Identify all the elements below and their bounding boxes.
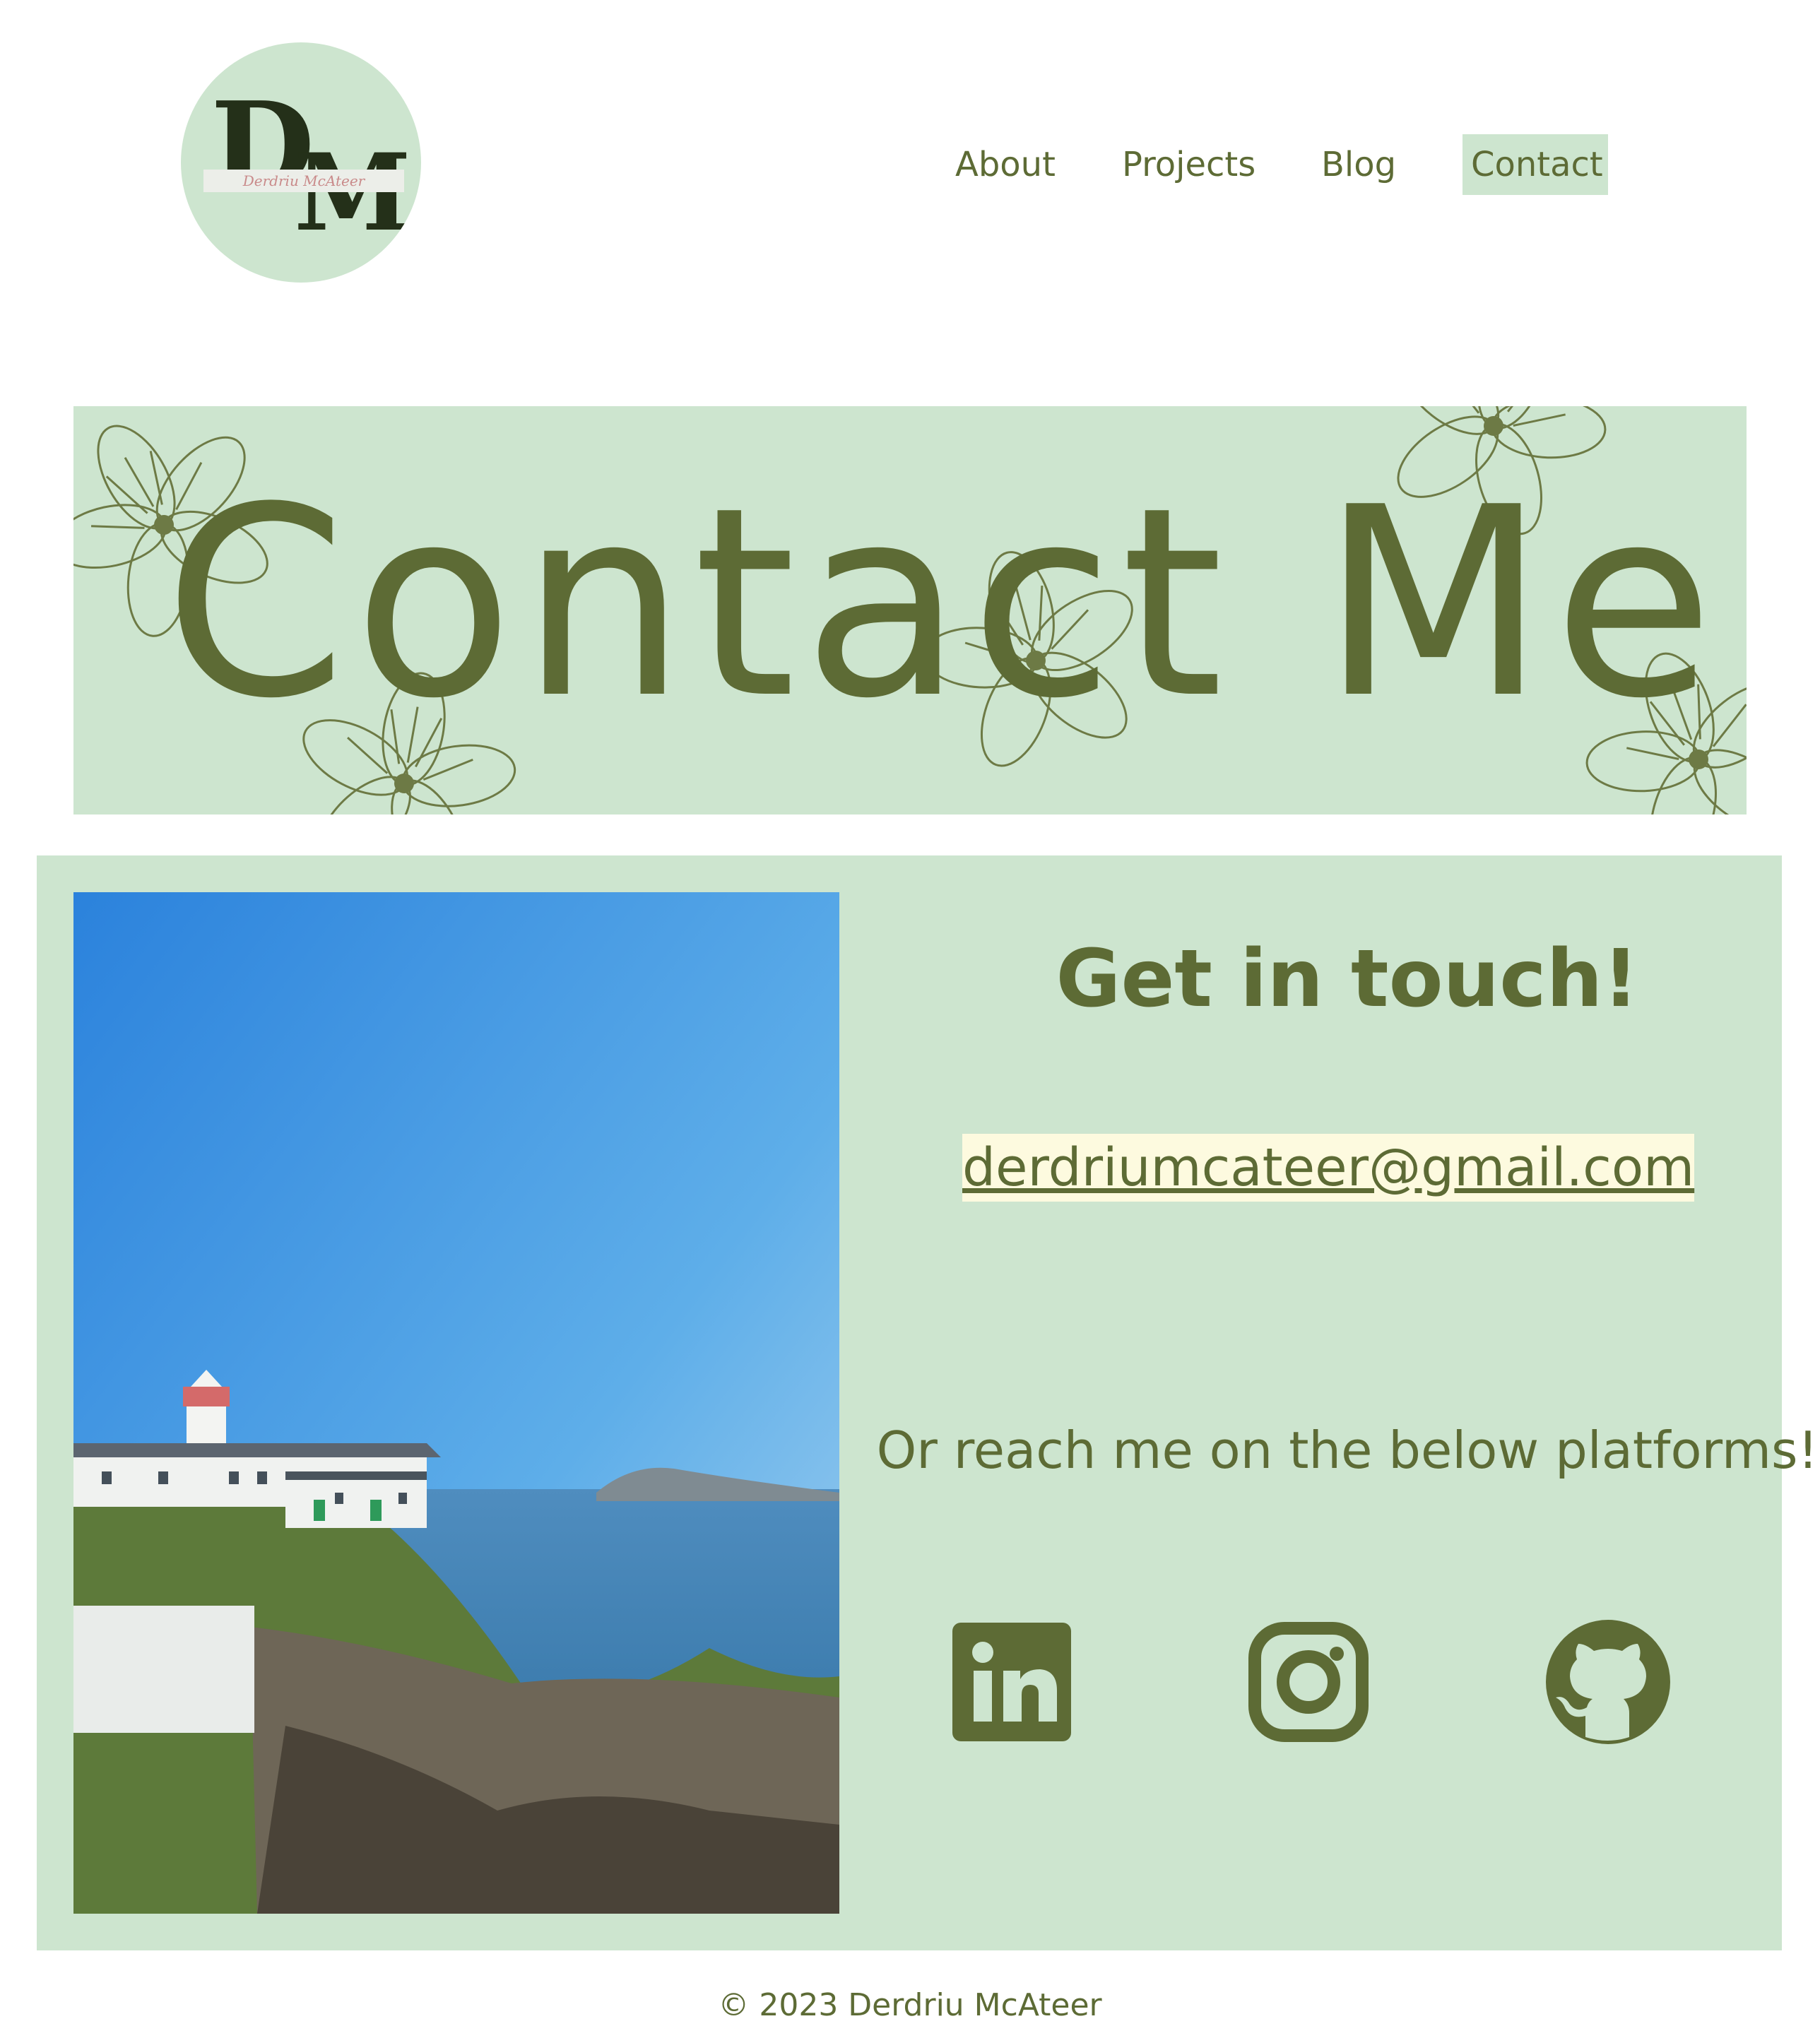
linkedin-link[interactable] <box>947 1617 1077 1747</box>
contact-banner: Contact Me <box>73 406 1747 814</box>
banner-title: Contact Me <box>163 452 1721 756</box>
github-icon <box>1546 1620 1670 1744</box>
instagram-link[interactable] <box>1243 1617 1373 1747</box>
nav-contact[interactable]: Contact <box>1462 134 1608 195</box>
instagram-icon <box>1248 1622 1369 1742</box>
platforms-text: Or reach me on the below platforms! <box>876 1421 1819 1480</box>
footer-copyright: © 2023 Derdriu McAteer <box>718 1987 1102 2023</box>
nav-projects[interactable]: Projects <box>1122 134 1255 195</box>
contact-panel: Get in touch! derdriumcateer@gmail.com O… <box>37 855 1818 1950</box>
get-in-touch-heading: Get in touch! <box>1056 933 1639 1026</box>
linkedin-icon <box>952 1623 1071 1741</box>
main-nav: About Projects Blog Contact <box>0 134 1820 198</box>
email-link[interactable]: derdriumcateer@gmail.com <box>962 1134 1695 1202</box>
nav-about[interactable]: About <box>955 134 1056 195</box>
nav-blog[interactable]: Blog <box>1321 134 1396 195</box>
github-link[interactable] <box>1543 1617 1673 1747</box>
lighthouse-photo <box>73 892 839 1914</box>
